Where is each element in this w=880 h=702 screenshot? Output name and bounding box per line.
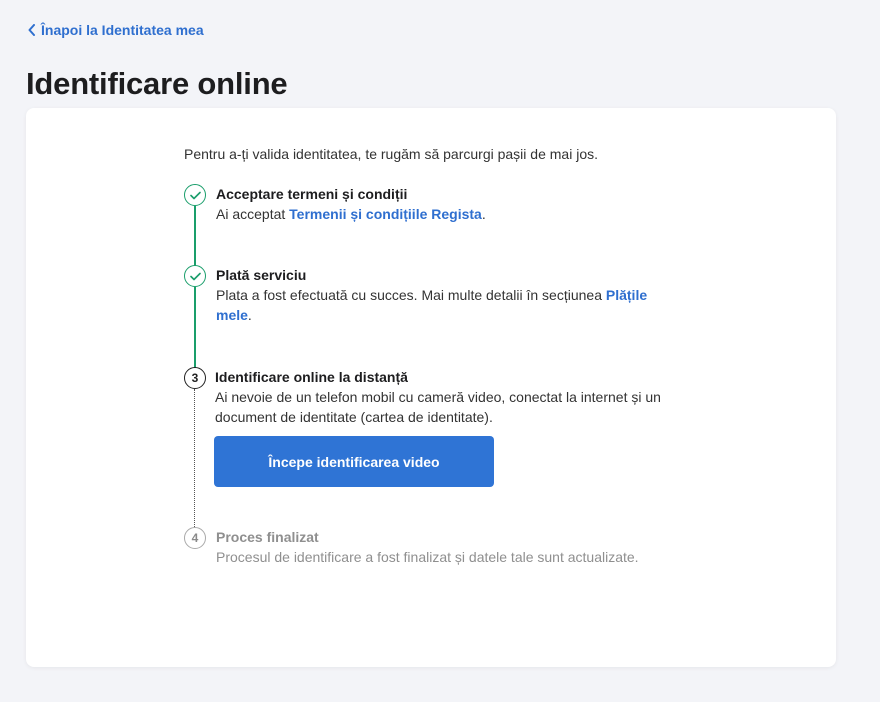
step-process-finalized-title: Proces finalizat [216, 529, 319, 545]
step-online-identification-title: Identificare online la distanță [215, 369, 408, 385]
start-video-identification-button[interactable]: Începe identificarea video [214, 436, 494, 487]
step-payment-marker [184, 265, 206, 287]
step-connector-3 [194, 389, 195, 527]
identification-card: Pentru a-ți valida identitatea, te rugăm… [26, 108, 836, 667]
step-process-finalized-marker: 4 [184, 527, 206, 549]
check-icon [189, 191, 201, 199]
step-terms-body: Acceptare termeni și condiții Ai accepta… [216, 184, 686, 224]
step-payment-body: Plată serviciu Plata a fost efectuată cu… [216, 265, 686, 325]
step-process-finalized-description: Procesul de identificare a fost finaliza… [216, 549, 639, 565]
step-terms-desc-text: Ai acceptat [216, 206, 290, 222]
chevron-left-icon [28, 24, 35, 36]
step-process-finalized-body: Proces finalizat Procesul de identificar… [216, 527, 686, 567]
back-link-label: Înapoi la Identitatea mea [41, 22, 204, 38]
step-online-identification-marker: 3 [184, 367, 206, 389]
step-online-identification-description: Ai nevoie de un telefon mobil cu cameră … [215, 389, 661, 425]
terms-link[interactable]: Termenii și condițiile Regista [289, 206, 482, 222]
step-payment-desc-suffix: . [247, 307, 252, 323]
step-connector-2 [194, 287, 196, 368]
step-terms-marker [184, 184, 206, 206]
step-payment-desc-text: Plata a fost efectuată cu succes. Mai mu… [216, 287, 606, 303]
step-terms-desc-suffix: . [481, 206, 486, 222]
check-icon [189, 272, 201, 280]
step-terms-title: Acceptare termeni și condiții [216, 186, 408, 202]
step-payment-description: Plata a fost efectuată cu succes. Mai mu… [216, 285, 686, 325]
page-title: Identificare online [26, 66, 288, 101]
step-connector-1 [194, 206, 196, 267]
step-online-identification-body: Identificare online la distanță Ai nevoi… [215, 367, 685, 427]
intro-text: Pentru a-ți valida identitatea, te rugăm… [184, 146, 598, 162]
step-payment-title: Plată serviciu [216, 267, 307, 283]
back-link[interactable]: Înapoi la Identitatea mea [27, 22, 204, 38]
step-terms-description: Ai acceptat Termenii și condițiile Regis… [216, 204, 686, 224]
